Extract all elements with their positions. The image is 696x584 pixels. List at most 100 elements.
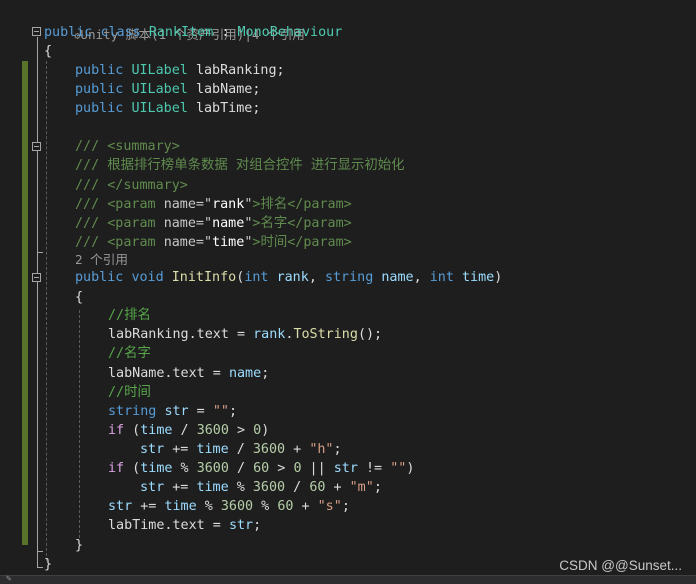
token: time [212, 235, 245, 250]
token: 3600 [220, 499, 254, 514]
token: if [108, 423, 125, 438]
token: int [244, 270, 269, 285]
fold-toggle-method[interactable] [32, 273, 41, 282]
token: labRanking; [195, 63, 285, 78]
token: //时间 [108, 385, 151, 400]
token: ) [261, 423, 270, 438]
code-line: str += time % 3600 / 60 + "m"; [140, 478, 382, 497]
code-line-doc-param: /// <param name="rank">排名</param> [75, 195, 352, 214]
token: name [381, 270, 414, 285]
code-line-doc-param: /// <param name="name">名字</param> [75, 214, 352, 233]
token: ; [228, 404, 237, 419]
token: / [285, 480, 310, 495]
code-line: str += time % 3600 % 60 + "s"; [108, 497, 350, 516]
token: //排名 [108, 308, 151, 323]
token: } [75, 538, 84, 553]
token: "" [212, 404, 229, 419]
token: "h" [309, 442, 334, 457]
code-line-doc: /// 根据排行榜单条数据 对组合控件 进行显示初始化 [75, 156, 405, 175]
token: class [100, 25, 141, 40]
code-line: str += time / 3600 + "h"; [140, 440, 342, 459]
token: name= [163, 216, 204, 231]
token: </param> [287, 197, 352, 212]
token: str [108, 499, 133, 514]
token: ToString [293, 327, 358, 342]
fold-end-class [37, 567, 43, 568]
token: UILabel [131, 82, 188, 97]
code-line-comment: //排名 [108, 306, 151, 325]
token: , [413, 270, 430, 285]
code-line: labRanking.text = rank.ToString(); [108, 325, 382, 344]
token: labRanking.text = [108, 327, 254, 342]
token: { [44, 44, 53, 59]
token: ; [341, 499, 350, 514]
fold-toggle-summary[interactable] [32, 142, 41, 151]
token: (); [357, 327, 383, 342]
token: / [172, 423, 197, 438]
token: int [429, 270, 454, 285]
token: public [75, 101, 124, 116]
token: 0 [253, 423, 262, 438]
token: 3600 [196, 461, 229, 476]
token: if [108, 461, 125, 476]
token: void [131, 270, 164, 285]
code-line-method-close: } [75, 536, 83, 555]
token: name= [163, 235, 204, 250]
code-editor[interactable]: ⚙Unity 脚本(1 个资产引用)|4 个引用 public class Ra… [0, 0, 696, 575]
token: UILabel [131, 101, 188, 116]
token: labTime; [195, 101, 261, 116]
code-line: if (time / 3600 > 0) [108, 421, 269, 440]
token: public [75, 270, 124, 285]
token: InitInfo [171, 270, 237, 285]
token: RankItem [148, 25, 214, 40]
token: / [228, 461, 254, 476]
code-line-class-decl: public class RankItem : MonoBehaviour [44, 23, 342, 42]
code-line-field: public UILabel labName; [75, 80, 260, 99]
indent-guide [46, 61, 47, 561]
code-line: if (time % 3600 / 60 > 0 || str != "") [108, 459, 414, 478]
token: str [333, 461, 358, 476]
token: % [228, 480, 253, 495]
token: += [164, 442, 197, 457]
token: MonoBehaviour [237, 25, 343, 40]
token: /// <summary> [75, 139, 180, 154]
token: name= [163, 197, 204, 212]
token: / [228, 442, 253, 457]
fold-toggle-class[interactable] [32, 27, 41, 36]
token: time [196, 442, 229, 457]
token: labTime.text = [108, 518, 229, 533]
watermark: CSDN @@Sunset... [559, 558, 682, 573]
token: str [140, 480, 165, 495]
token: || [301, 461, 334, 476]
token: 60 [277, 499, 294, 514]
token: public [75, 82, 124, 97]
token: 3600 [252, 442, 286, 457]
token: ; [373, 480, 382, 495]
token: public [75, 63, 124, 78]
token: != [357, 461, 391, 476]
fold-end-method [37, 551, 43, 552]
token: //名字 [108, 346, 151, 361]
code-line-method-decl: public void InitInfo(int rank, string na… [75, 268, 502, 287]
token: str [228, 518, 254, 533]
codelens-method-references[interactable]: 2 个引用 [75, 250, 128, 269]
token: 排名 [260, 197, 288, 212]
code-line-method-open: { [75, 288, 83, 307]
token: string [324, 270, 374, 285]
token: ; [333, 442, 342, 457]
code-line-field: public UILabel labRanking; [75, 61, 285, 80]
token: 3600 [196, 423, 229, 438]
token: </param> [287, 216, 352, 231]
token: rank [253, 327, 286, 342]
code-line: string str = ""; [108, 402, 237, 421]
token: ; [253, 518, 262, 533]
token: % [172, 461, 197, 476]
token: time [140, 461, 173, 476]
token: 60 [309, 480, 326, 495]
token: } [44, 557, 53, 572]
token: labName; [195, 82, 261, 97]
token: " [204, 197, 213, 212]
code-line-class-close: } [44, 555, 52, 574]
token: " [204, 235, 213, 250]
pin-icon[interactable]: ✎ [6, 575, 16, 584]
